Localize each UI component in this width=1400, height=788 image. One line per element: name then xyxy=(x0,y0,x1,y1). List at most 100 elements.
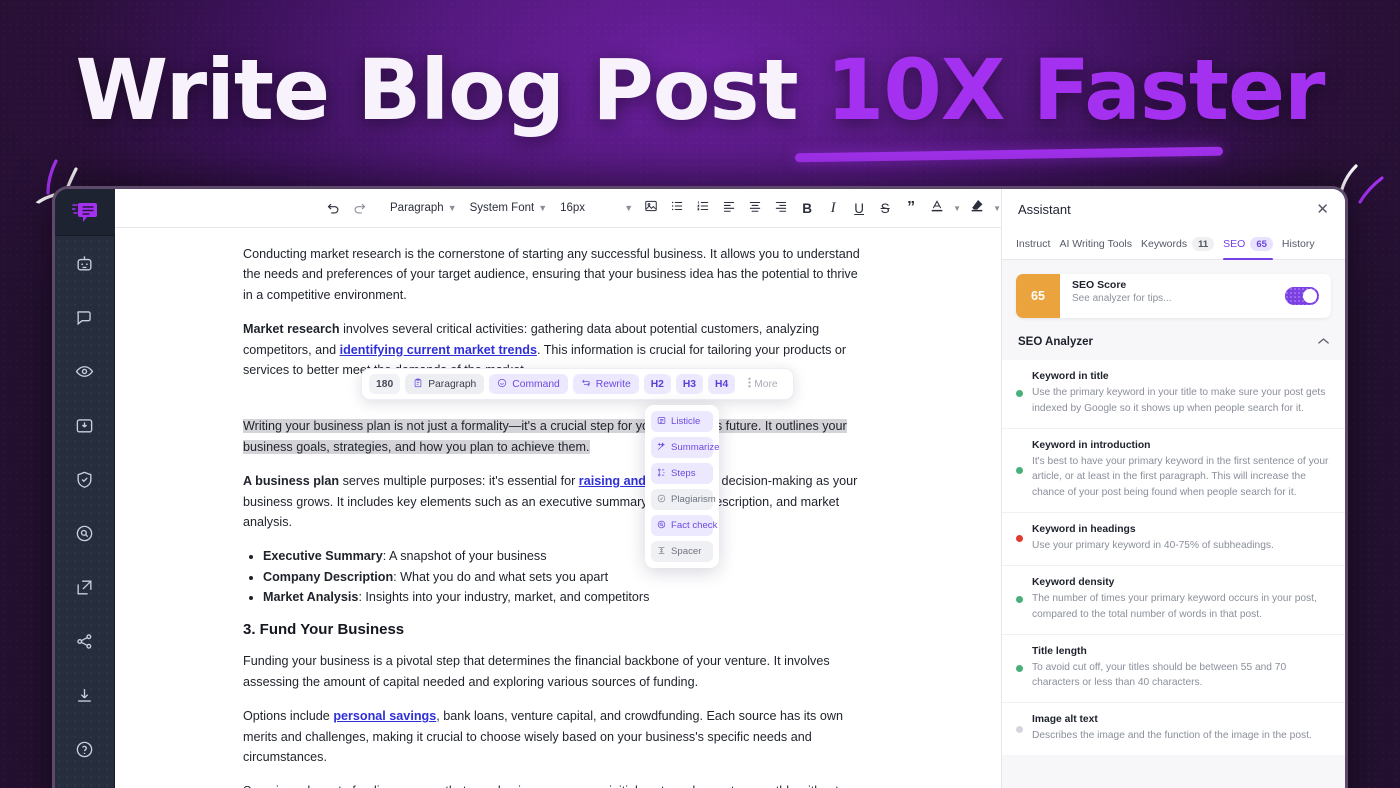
strikethrough-label: S xyxy=(880,200,890,216)
tab-instruct[interactable]: Instruct xyxy=(1016,229,1050,260)
status-dot xyxy=(1016,596,1023,604)
tab-badge: 65 xyxy=(1250,237,1273,251)
strikethrough-button[interactable]: S xyxy=(872,195,898,221)
tab-ai-writing-tools[interactable]: AI Writing Tools xyxy=(1059,229,1132,260)
insert-image-button[interactable] xyxy=(638,195,664,221)
more-options-menu: Listicle Summarize Steps Plagiarism Fact… xyxy=(645,405,720,568)
paragraph: Conducting market research is the corner… xyxy=(243,247,860,302)
seo-tip-body: Image alt text Describes the image and t… xyxy=(1032,714,1312,744)
underline-button[interactable]: U xyxy=(846,195,872,221)
inbox-download-icon xyxy=(75,416,94,435)
bubble-h2-button[interactable]: H2 xyxy=(643,374,671,394)
inline-bold: Market research xyxy=(243,322,340,337)
seo-score-value: 65 xyxy=(1016,274,1060,318)
align-right-button[interactable] xyxy=(768,195,794,221)
seo-tip-title: Keyword in headings xyxy=(1032,524,1136,536)
text-color-dropdown[interactable]: ▼ xyxy=(950,195,964,221)
inline-text: serves multiple purposes: it's essential… xyxy=(339,474,579,489)
seo-tip[interactable]: Keyword in headings Use your primary key… xyxy=(1002,512,1345,565)
align-center-button[interactable] xyxy=(742,195,768,221)
chevron-up-icon[interactable] xyxy=(1318,337,1329,348)
seo-analyzer-title: SEO Analyzer xyxy=(1018,336,1093,348)
font-size-select[interactable]: 16px ▼ xyxy=(552,195,638,221)
numbered-list-icon xyxy=(696,199,710,218)
seo-score-card: 65 SEO Score See analyzer for tips... xyxy=(1016,274,1331,318)
menu-item-spacer[interactable]: Spacer xyxy=(651,541,713,562)
document-link[interactable]: identifying current market trends xyxy=(340,343,537,357)
menu-item-listicle[interactable]: Listicle xyxy=(651,411,713,432)
highlight-dropdown[interactable]: ▼ xyxy=(990,195,1001,221)
redo-button[interactable] xyxy=(346,195,372,221)
sidebar-item-ai-assistant[interactable] xyxy=(55,236,115,290)
status-dot xyxy=(1016,535,1023,543)
chevron-down-icon: ▼ xyxy=(953,203,962,213)
bold-button[interactable]: B xyxy=(794,195,820,221)
highlight-button[interactable] xyxy=(964,195,990,221)
sidebar-item-share[interactable] xyxy=(55,614,115,668)
block-style-select[interactable]: Paragraph ▼ xyxy=(382,195,462,221)
search-circle-icon xyxy=(75,524,94,543)
menu-item-summarize[interactable]: Summarize xyxy=(651,437,720,458)
numbered-list-button[interactable] xyxy=(690,195,716,221)
blockquote-button[interactable]: ” xyxy=(898,195,924,221)
listicle-icon xyxy=(657,416,666,428)
undo-button[interactable] xyxy=(320,195,346,221)
font-family-select[interactable]: System Font ▼ xyxy=(462,195,552,221)
tab-history[interactable]: History xyxy=(1282,229,1315,260)
sidebar-item-open-external[interactable] xyxy=(55,560,115,614)
seo-tip[interactable]: Keyword density The number of times your… xyxy=(1002,564,1345,634)
assistant-tabs: Instruct AI Writing Tools Keywords 11 SE… xyxy=(1002,229,1345,260)
sidebar-item-seo[interactable] xyxy=(55,506,115,560)
bubble-h3-button[interactable]: H3 xyxy=(675,374,704,394)
paragraph: Funding your business is a pivotal step … xyxy=(243,654,830,689)
align-left-button[interactable] xyxy=(716,195,742,221)
sidebar-item-comments[interactable] xyxy=(55,290,115,344)
bubble-paragraph-button[interactable]: Paragraph xyxy=(405,374,485,394)
seo-tip[interactable]: Keyword in introduction It's best to hav… xyxy=(1002,427,1345,512)
tab-badge: 11 xyxy=(1192,237,1215,251)
menu-item-steps[interactable]: Steps xyxy=(651,463,713,484)
menu-item-plagiarism[interactable]: Plagiarism xyxy=(651,489,716,510)
sidebar-item-import[interactable] xyxy=(55,398,115,452)
menu-item-fact-check[interactable]: Fact check xyxy=(651,515,717,536)
seo-tip[interactable]: Title length To avoid cut off, your titl… xyxy=(1002,633,1345,703)
left-sidebar xyxy=(55,189,115,788)
eye-icon xyxy=(75,362,94,381)
bubble-rewrite-button[interactable]: Rewrite xyxy=(572,374,639,394)
italic-button[interactable]: I xyxy=(820,195,846,221)
tab-seo[interactable]: SEO 65 xyxy=(1223,229,1273,260)
inline-text: Securing adequate funding ensures that y… xyxy=(243,784,839,788)
font-family-value: System Font xyxy=(469,202,535,214)
bubble-command-button[interactable]: Command xyxy=(489,374,568,394)
seo-score-subtitle: See analyzer for tips... xyxy=(1072,293,1172,304)
tab-keywords[interactable]: Keywords 11 xyxy=(1141,229,1215,260)
inline-bold: A business plan xyxy=(243,474,340,489)
app-logo[interactable] xyxy=(55,189,115,236)
seo-analyzer-header[interactable]: SEO Analyzer xyxy=(1002,318,1345,360)
text-color-button[interactable] xyxy=(924,195,950,221)
seo-tip-title: Image alt text xyxy=(1032,714,1098,726)
bullet-list-icon xyxy=(670,199,684,218)
sidebar-item-help[interactable] xyxy=(55,722,115,776)
chevron-down-icon: ▼ xyxy=(624,203,634,213)
list-item-text: : What you do and what sets you apart xyxy=(393,569,609,584)
bubble-h4-button[interactable]: H4 xyxy=(708,374,736,394)
tab-label: AI Writing Tools xyxy=(1059,238,1132,250)
sidebar-item-download[interactable] xyxy=(55,668,115,722)
close-icon[interactable]: ✕ xyxy=(1316,202,1329,217)
seo-tip-desc: The number of times your primary keyword… xyxy=(1032,592,1317,620)
sidebar-item-preview[interactable] xyxy=(55,344,115,398)
seo-tip[interactable]: Image alt text Describes the image and t… xyxy=(1002,702,1345,755)
seo-tip[interactable]: Keyword in title Use the primary keyword… xyxy=(1002,360,1345,428)
paragraph-icon xyxy=(413,378,423,391)
seo-tip-body: Keyword in title Use the primary keyword… xyxy=(1032,371,1331,417)
bullet-list-button[interactable] xyxy=(664,195,690,221)
seo-score-text: SEO Score See analyzer for tips... xyxy=(1060,274,1285,318)
document-link[interactable]: personal savings xyxy=(333,709,436,723)
list-item-term: Executive Summary xyxy=(263,549,383,564)
menu-item-label: Plagiarism xyxy=(671,494,716,505)
document-canvas[interactable]: Conducting market research is the corner… xyxy=(115,228,1001,788)
bubble-more-button[interactable]: More xyxy=(740,374,785,394)
sidebar-item-plagiarism[interactable] xyxy=(55,452,115,506)
seo-score-toggle[interactable] xyxy=(1285,287,1319,305)
